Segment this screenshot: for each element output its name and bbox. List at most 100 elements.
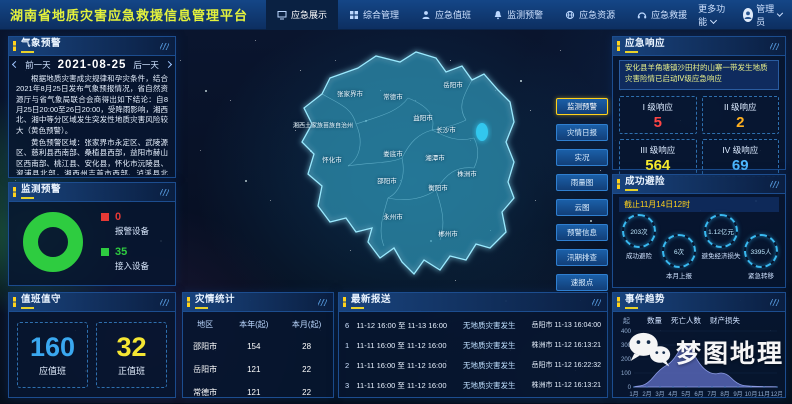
nav-item-monitoring-warning[interactable]: 监测预警 [482, 0, 554, 30]
donut-legend: 0 报警设备 35 接入设备 [101, 211, 149, 272]
nav-label: 应急值班 [435, 8, 471, 21]
map-svg [258, 46, 558, 292]
next-day-button[interactable]: 后一天 [133, 59, 159, 71]
legend-property-loss[interactable]: 财产损失 [710, 315, 740, 326]
city-label[interactable]: 郴州市 [438, 228, 458, 238]
table-row[interactable]: 常德市 121 22 [183, 381, 333, 404]
table-row[interactable]: 邵阳市 154 28 [183, 335, 333, 358]
svg-text:5月: 5月 [681, 391, 690, 398]
panel-marker [343, 297, 346, 307]
city-label[interactable]: 张家界市 [337, 88, 363, 98]
table-row[interactable]: 岳阳市 121 22 [183, 358, 333, 381]
panel-title: 灾情统计 [195, 295, 235, 309]
response-notice-marquee[interactable]: 安化县羊角塘镇沙田村的山寨一带发生地质灾害险情已启动Ⅳ级应急响应 [619, 60, 779, 90]
legend-deaths[interactable]: 死亡人数 [671, 315, 701, 326]
city-label[interactable]: 株洲市 [457, 168, 477, 178]
city-label[interactable]: 长沙市 [436, 124, 456, 134]
list-item[interactable]: 1 11-11 16:00 至 11-12 16:00 无地质灾害发生 株洲市 … [345, 335, 601, 355]
nav-item-emergency-rescue[interactable]: 应急救援 [626, 0, 698, 30]
svg-text:10月: 10月 [745, 391, 758, 398]
svg-text:1月: 1月 [629, 391, 638, 398]
list-item[interactable]: 2 11-11 16:00 至 11-12 16:00 无地质灾害发生 岳阳市 … [345, 355, 601, 375]
header-right: 更多功能 管理员 [698, 2, 782, 28]
map-btn-cloud-map[interactable]: 云图 [556, 199, 608, 216]
city-label[interactable]: 永州市 [383, 211, 403, 221]
report-seq: 3 [345, 381, 356, 390]
nav-item-emergency-resources[interactable]: 应急资源 [554, 0, 626, 30]
svg-text:2月: 2月 [642, 391, 651, 398]
chevron-down-icon [777, 10, 783, 16]
stat-value: 5 [654, 115, 662, 130]
map-btn-live-conditions[interactable]: 实况 [556, 149, 608, 166]
avatar [743, 8, 753, 22]
map-btn-monitoring-warning[interactable]: 监测预警 [556, 98, 608, 115]
next-icon[interactable] [165, 61, 172, 68]
grid-icon [349, 10, 359, 20]
prev-day-button[interactable]: 前一天 [25, 59, 51, 71]
cell-year: 121 [227, 381, 280, 404]
report-period: 11-12 16:00 至 11-13 16:00 [356, 320, 463, 331]
city-label[interactable]: 湘潭市 [425, 152, 445, 162]
list-item[interactable]: 6 11-12 16:00 至 11-13 16:00 无地质灾害发生 岳阳市 … [345, 315, 601, 335]
watermark: 梦图地理 [626, 330, 784, 373]
legend-count[interactable]: 数量 [647, 315, 662, 326]
cell-year: 154 [227, 335, 280, 358]
panel-corner-icon [770, 43, 779, 50]
more-functions-menu[interactable]: 更多功能 [698, 2, 731, 28]
response-stat-level2: II 级响应 2 [702, 96, 780, 134]
user-menu[interactable]: 管理员 [743, 2, 782, 28]
hunan-province-map[interactable]: 张家界市 常德市 岳阳市 湘西土家族苗族自治州 益阳市 长沙市 怀化市 娄底市 … [258, 46, 558, 292]
gauge-month-reports: 6次 本月上报 [659, 234, 699, 280]
panel-corner-icon [592, 299, 601, 306]
svg-text:0: 0 [628, 385, 632, 391]
stat-label: IV 级响应 [722, 144, 758, 156]
trend-legend: 起 数量 死亡人数 财产损失 [613, 312, 785, 326]
panel-header: 监测预警 [9, 183, 175, 202]
map-btn-rainfall-map[interactable]: 雨量图 [556, 174, 608, 191]
city-label[interactable]: 邵阳市 [377, 175, 397, 185]
panel-header: 应急响应 [613, 37, 785, 56]
app-title: 湖南省地质灾害应急救援信息管理平台 [10, 5, 248, 24]
col-year: 本年(起) [227, 314, 280, 335]
weather-paragraph: 黄色预警区域：张家界市永定区、武陵源区、慈利县西南部、桑植县西部，益阳市赫山区西… [16, 138, 168, 175]
nav-label: 应急展示 [291, 8, 327, 21]
svg-text:7月: 7月 [707, 391, 716, 398]
map-btn-warning-info[interactable]: 预警信息 [556, 224, 608, 241]
panel-marker [13, 41, 16, 51]
city-label[interactable]: 娄底市 [383, 148, 403, 158]
nav-item-emergency-display[interactable]: 应急展示 [266, 0, 338, 30]
nav-item-emergency-duty[interactable]: 应急值班 [410, 0, 482, 30]
map-btn-disaster-daily-report[interactable]: 灾情日报 [556, 124, 608, 141]
panel-header: 值班值守 [9, 293, 175, 312]
map-btn-flood-inspection[interactable]: 汛期排查 [556, 249, 608, 266]
monitor-icon [277, 10, 287, 20]
gauge-value: 3395人 [751, 246, 772, 256]
report-source: 岳阳市 11-13 16:04:00 [531, 320, 601, 330]
panel-header: 灾情统计 [183, 293, 333, 312]
donut-chart [23, 212, 83, 272]
col-region: 地区 [183, 314, 227, 335]
city-label[interactable]: 衡阳市 [428, 182, 448, 192]
date-navigator: 前一天 2021-08-25 后一天 [9, 56, 175, 73]
panel-corner-icon [160, 299, 169, 306]
nav-item-comprehensive-management[interactable]: 综合管理 [338, 0, 410, 30]
nav-label: 综合管理 [363, 8, 399, 21]
city-label[interactable]: 常德市 [383, 91, 403, 101]
list-item[interactable]: 3 11-11 16:00 至 11-12 16:00 无地质灾害发生 株洲市 … [345, 375, 601, 395]
y-axis-unit: 起 [623, 316, 630, 326]
panel-title: 应急响应 [625, 39, 665, 53]
table-header-row: 地区 本年(起) 本月(起) [183, 314, 333, 335]
report-period: 11-11 16:00 至 11-12 16:00 [356, 380, 463, 391]
map-btn-quick-report-points[interactable]: 速报点 [556, 274, 608, 291]
globe-icon [565, 10, 575, 20]
legend-item-connected: 35 接入设备 [101, 246, 149, 272]
city-label[interactable]: 怀化市 [322, 154, 342, 164]
city-label[interactable]: 益阳市 [413, 112, 433, 122]
legend-swatch [101, 248, 109, 256]
prev-icon[interactable] [12, 61, 19, 68]
svg-text:9月: 9月 [733, 391, 742, 398]
panel-marker [13, 187, 16, 197]
bell-icon [493, 10, 503, 20]
city-label[interactable]: 湘西土家族苗族自治州 [293, 121, 353, 130]
city-label[interactable]: 岳阳市 [443, 79, 463, 89]
